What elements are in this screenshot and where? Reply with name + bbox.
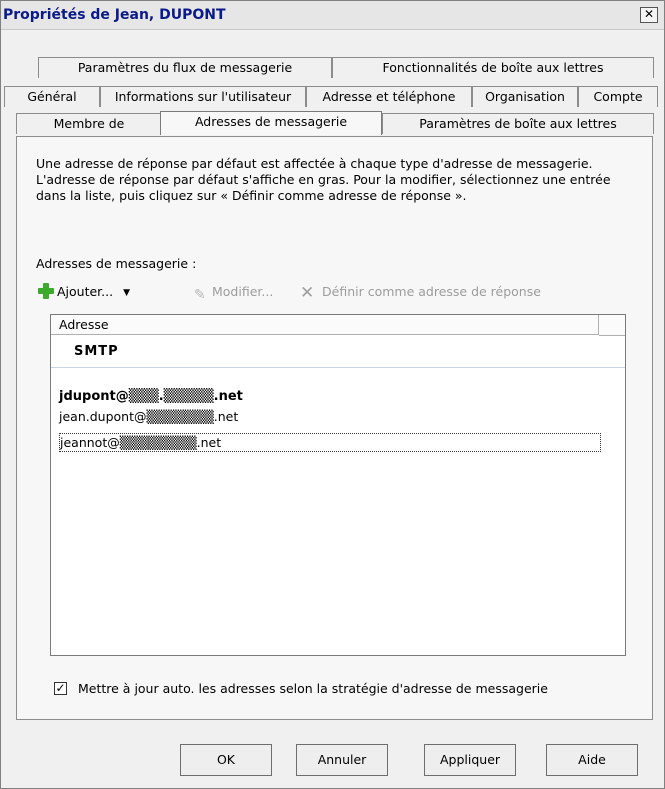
list-item[interactable]: jeannot@▒▒▒▒▒▒▒▒.net [59,433,601,452]
help-button[interactable]: Aide [546,744,638,776]
addresses-label: Adresses de messagerie : [36,256,197,271]
column-header-address[interactable]: Adresse [51,315,599,335]
auto-update-checkbox[interactable]: ✓ [54,682,67,695]
column-header-filler [599,315,625,336]
group-header-smtp: SMTP [74,344,119,359]
add-button[interactable]: Ajouter... ▼ [38,281,130,303]
set-reply-label: Définir comme adresse de réponse [322,284,541,299]
tab-member-of[interactable]: Membre de [16,113,162,134]
title-bar[interactable]: Propriétés de Jean, DUPONT ✕ [1,1,664,30]
group-divider [51,367,625,368]
tab-account[interactable]: Compte [578,86,658,107]
edit-button[interactable]: ✎ Modifier... [194,281,273,303]
apply-button[interactable]: Appliquer [424,744,516,776]
edit-label: Modifier... [212,284,274,299]
tab-user-info[interactable]: Informations sur l'utilisateur [100,86,306,107]
tab-general[interactable]: Général [4,86,100,107]
tab-address-phone[interactable]: Adresse et téléphone [306,86,472,107]
set-reply-button[interactable]: ✕ Définir comme adresse de réponse [300,281,541,303]
tab-mailbox-features[interactable]: Fonctionnalités de boîte aux lettres [332,57,654,78]
auto-update-label[interactable]: Mettre à jour auto. les adresses selon l… [78,681,548,696]
window-title: Propriétés de Jean, DUPONT [3,7,226,23]
list-item[interactable]: jean.dupont@▒▒▒▒▒▒▒.net [59,408,238,425]
cancel-button[interactable]: Annuler [296,744,388,776]
address-toolbar: Ajouter... ▼ ✎ Modifier... ✕ Définir comme … [36,281,626,303]
close-icon: ✕ [300,283,315,303]
chevron-down-icon[interactable]: ▼ [123,282,130,304]
ok-button[interactable]: OK [180,744,272,776]
address-list[interactable]: Adresse SMTP jdupont@▒▒▒.▒▒▒▒▒.net jean.… [50,314,626,656]
tab-mailbox-settings[interactable]: Paramètres de boîte aux lettres [382,113,654,134]
plus-icon [38,283,54,299]
tab-organization[interactable]: Organisation [472,86,578,107]
list-item[interactable]: jdupont@▒▒▒.▒▒▒▒▒.net [59,388,243,405]
close-button[interactable]: ✕ [640,7,658,23]
tab-mail-flow[interactable]: Paramètres du flux de messagerie [38,57,332,78]
add-label: Ajouter... [57,284,114,299]
info-text: Une adresse de réponse par défaut est af… [36,156,611,203]
pencil-icon: ✎ [194,287,206,303]
tab-email-addresses[interactable]: Adresses de messagerie [160,111,382,135]
